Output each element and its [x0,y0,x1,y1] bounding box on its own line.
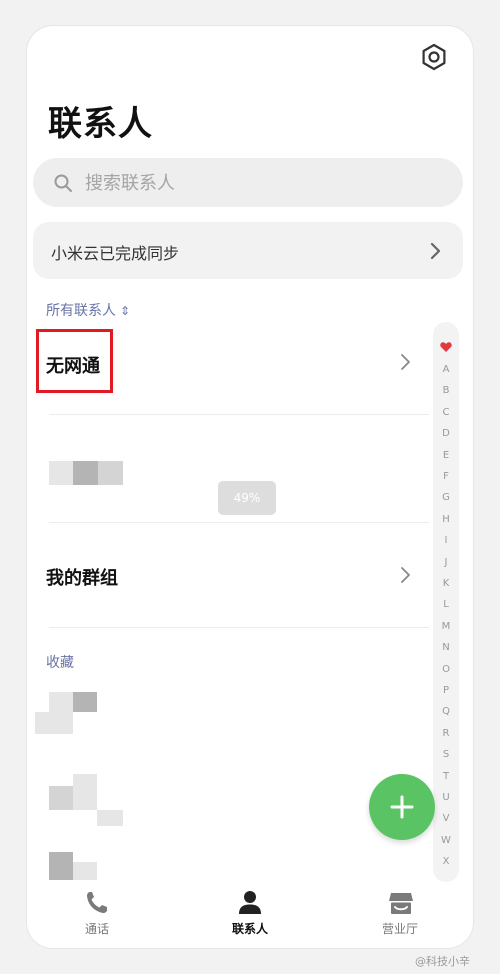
sort-toggle-icon: ⇕ [120,304,131,318]
blurred-content [98,461,123,485]
heart-icon[interactable] [440,342,452,352]
sync-status-text: 小米云已完成同步 [51,244,180,263]
blurred-content [73,774,97,810]
index-letter-r[interactable]: R [433,728,459,739]
search-bar[interactable] [33,158,463,207]
blurred-content [73,862,97,880]
index-letter-b[interactable]: B [433,385,459,396]
my-groups-label: 我的群组 [46,568,118,589]
all-contacts-label: 所有联系人 [46,303,116,319]
index-letter-u[interactable]: U [433,792,459,803]
index-letter-d[interactable]: D [433,428,459,439]
index-letter-g[interactable]: G [433,492,459,503]
index-letter-m[interactable]: M [433,621,459,632]
tab-label: 联系人 [231,922,268,936]
progress-toast: 49% [218,481,276,515]
index-letter-f[interactable]: F [433,471,459,482]
blurred-content [73,692,97,712]
index-letter-q[interactable]: Q [433,706,459,717]
index-letter-n[interactable]: N [433,642,459,653]
divider [49,627,429,628]
index-letter-o[interactable]: O [433,664,459,675]
contacts-screen: 联系人 小米云已完成同步 所有联系人⇕ 无网通 49% 我的群组 [27,26,473,948]
chevron-right-icon [430,242,441,260]
add-contact-button[interactable] [369,774,435,840]
index-letter-x[interactable]: X [433,856,459,867]
index-letter-i[interactable]: I [433,535,459,546]
search-icon [54,174,72,192]
index-letter-v[interactable]: V [433,813,459,824]
store-icon [389,893,413,914]
index-letter-s[interactable]: S [433,749,459,760]
blurred-content [49,461,73,485]
search-input[interactable] [83,167,447,199]
alphabet-index[interactable]: ABCDEFGHIJKLMNOPQRSTUVWX [433,322,459,882]
tab-contacts[interactable]: 联系人 [190,884,310,948]
index-letter-j[interactable]: J [433,557,459,568]
phone-icon [87,892,107,913]
tab-label: 营业厅 [381,922,418,936]
divider [49,522,429,523]
blurred-content [73,461,98,485]
tab-label: 通话 [84,922,109,936]
cloud-sync-banner[interactable]: 小米云已完成同步 [33,222,463,279]
blurred-content [49,692,73,712]
index-letter-c[interactable]: C [433,407,459,418]
favorites-header: 收藏 [46,655,74,671]
index-letter-l[interactable]: L [433,599,459,610]
blurred-content [97,810,123,826]
index-letter-t[interactable]: T [433,771,459,782]
index-letter-w[interactable]: W [433,835,459,846]
index-letter-p[interactable]: P [433,685,459,696]
plus-icon [390,795,414,819]
blurred-content [49,852,73,880]
all-contacts-filter[interactable]: 所有联系人 ⇕ [46,300,130,320]
chevron-right-icon [401,354,410,370]
gear-icon[interactable] [420,43,448,71]
blurred-content [49,786,73,810]
watermark-text: @科技小辛 [415,955,470,968]
index-letter-k[interactable]: K [433,578,459,589]
tab-calls[interactable]: 通话 [37,884,157,948]
index-letter-h[interactable]: H [433,514,459,525]
index-letter-e[interactable]: E [433,450,459,461]
person-icon [239,891,261,914]
chevron-right-icon [401,567,410,583]
page-title: 联系人 [48,104,153,144]
blurred-content [35,712,73,734]
tab-store[interactable]: 营业厅 [340,884,460,948]
divider [49,414,429,415]
highlight-box [36,329,113,393]
bottom-tab-bar: 通话 联系人 营业厅 [27,884,473,948]
index-letter-a[interactable]: A [433,364,459,375]
